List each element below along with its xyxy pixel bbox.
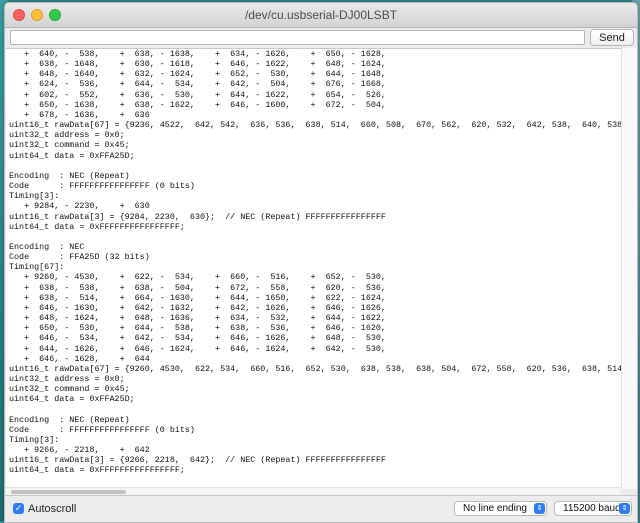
output-line: uint16_t rawData[67] = {9260, 4530, 622,… — [9, 363, 621, 374]
send-button[interactable]: Send — [590, 29, 634, 46]
output-line: + 650, - 1638, + 638, - 1622, + 646, - 1… — [9, 99, 386, 110]
serial-monitor-window: /dev/cu.usbserial-DJ00LSBT Send + 640, -… — [4, 2, 638, 523]
send-row: Send — [5, 28, 637, 48]
output-line: + 638, - 1648, + 630, - 1618, + 646, - 1… — [9, 59, 386, 70]
output-line: + 624, - 536, + 644, - 534, + 642, - 504… — [9, 79, 386, 90]
output-line: + 646, - 1630, + 642, - 1632, + 642, - 1… — [9, 302, 386, 313]
output-line: Encoding : NEC — [9, 241, 85, 252]
vertical-scrollbar[interactable] — [621, 48, 637, 489]
serial-send-input[interactable] — [10, 30, 585, 45]
output-line: uint64_t data = 0xFFA25D; — [9, 150, 135, 161]
output-line: + 678, - 1636, + 636 — [9, 109, 150, 120]
output-line: Timing[67]: — [9, 262, 65, 273]
output-line: Encoding : NEC (Repeat) — [9, 170, 130, 181]
output-line: + 638, - 514, + 664, - 1630, + 644, - 16… — [9, 292, 386, 303]
output-line: + 648, - 1640, + 632, - 1624, + 652, - 5… — [9, 69, 386, 80]
baud-rate-value: 115200 baud — [563, 503, 621, 514]
output-line: Code : FFA25D (32 bits) — [9, 252, 150, 263]
output-line: uint16_t rawData[3] = {9284, 2230, 630};… — [9, 211, 386, 222]
output-line: uint32_t command = 0x45; — [9, 140, 130, 151]
output-line: Timing[3]: — [9, 434, 60, 445]
autoscroll-checkbox[interactable]: ✓ — [13, 503, 24, 514]
output-line: + 602, - 552, + 636, - 530, + 644, - 162… — [9, 89, 386, 100]
output-line: uint64_t data = 0xFFA25D; — [9, 394, 135, 405]
output-line: uint32_t address = 0x0; — [9, 374, 125, 384]
output-line: + 640, - 538, + 638, - 1638, + 634, - 16… — [9, 49, 386, 59]
output-line: Timing[3]: — [9, 191, 60, 202]
check-icon: ✓ — [14, 503, 23, 513]
line-ending-select[interactable]: No line ending ⇕ — [454, 501, 547, 516]
horizontal-scroll-thumb[interactable] — [11, 490, 126, 494]
output-line: + 648, - 1624, + 648, - 1636, + 634, - 5… — [9, 313, 386, 324]
output-line: + 650, - 530, + 644, - 538, + 638, - 536… — [9, 323, 386, 334]
output-line: uint32_t address = 0x0; — [9, 130, 125, 141]
updown-chevron-icon: ⇕ — [534, 503, 545, 514]
output-line: Encoding : NEC (Repeat) — [9, 414, 130, 425]
output-line: uint64_t data = 0xFFFFFFFFFFFFFFFF; — [9, 221, 185, 232]
output-line: uint64_t data = 0xFFFFFFFFFFFFFFFF; — [9, 465, 185, 476]
line-ending-value: No line ending — [463, 503, 527, 514]
output-line: + 9284, - 2230, + 630 — [9, 201, 150, 212]
output-line: Code : FFFFFFFFFFFFFFFF (0 bits) — [9, 181, 195, 192]
output-line: + 646, - 534, + 642, - 534, + 646, - 162… — [9, 333, 386, 344]
output-line: + 638, - 538, + 638, - 504, + 672, - 558… — [9, 282, 386, 293]
output-line: uint32_t command = 0x45; — [9, 384, 130, 395]
footer-bar: ✓ Autoscroll No line ending ⇕ 115200 bau… — [5, 495, 637, 522]
autoscroll-label: Autoscroll — [28, 503, 77, 515]
output-line: Code : FFFFFFFFFFFFFFFF (0 bits) — [9, 424, 195, 435]
output-line: + 9266, - 2218, + 642 — [9, 445, 150, 456]
updown-chevron-icon: ⇕ — [619, 503, 630, 514]
output-line: + 644, - 1626, + 646, - 1624, + 646, - 1… — [9, 343, 386, 354]
output-line: uint16_t rawData[3] = {9266, 2218, 642};… — [9, 455, 386, 466]
output-line: uint16_t rawData[67] = {9236, 4522, 642,… — [9, 120, 621, 131]
baud-rate-select[interactable]: 115200 baud ⇕ — [554, 501, 632, 516]
output-line: + 9260, - 4530, + 622, - 534, + 660, - 5… — [9, 272, 386, 283]
serial-output-area[interactable]: + 640, - 538, + 638, - 1638, + 634, - 16… — [6, 48, 621, 488]
serial-output-log: + 640, - 538, + 638, - 1638, + 634, - 16… — [6, 49, 621, 476]
title-bar[interactable]: /dev/cu.usbserial-DJ00LSBT — [5, 3, 637, 28]
window-title: /dev/cu.usbserial-DJ00LSBT — [244, 8, 398, 22]
output-line: + 646, - 1628, + 644 — [9, 353, 150, 364]
